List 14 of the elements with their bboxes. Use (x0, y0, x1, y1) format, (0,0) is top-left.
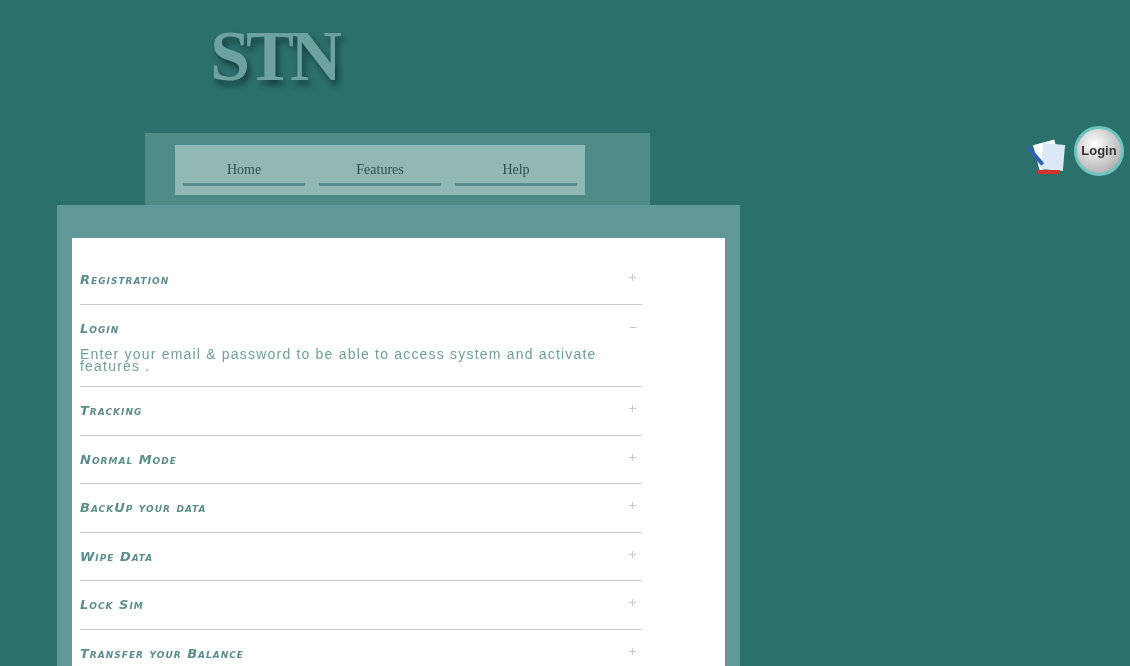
site-logo[interactable]: STN (210, 16, 339, 96)
accordion-header[interactable]: Login (80, 318, 120, 338)
nav-link[interactable]: Help (455, 159, 577, 186)
accordion-header[interactable]: Wipe Data (80, 546, 154, 566)
accordion-header[interactable]: Normal Mode (80, 449, 177, 469)
accordion-body: Enter your email & password to be able to access system and activate features . (80, 348, 598, 372)
accordion-header[interactable]: Tracking (80, 401, 143, 421)
accordion-header[interactable]: Transfer your Balance (80, 643, 244, 663)
accordion-header[interactable]: BackUp your data (80, 498, 207, 518)
login-button[interactable]: Login (1074, 126, 1124, 176)
nav-link[interactable]: Features (319, 159, 441, 186)
nav-link[interactable]: Home (183, 159, 305, 186)
accordion-header[interactable]: Lock Sim (80, 595, 144, 615)
accordion-header[interactable]: Registration (80, 270, 170, 290)
